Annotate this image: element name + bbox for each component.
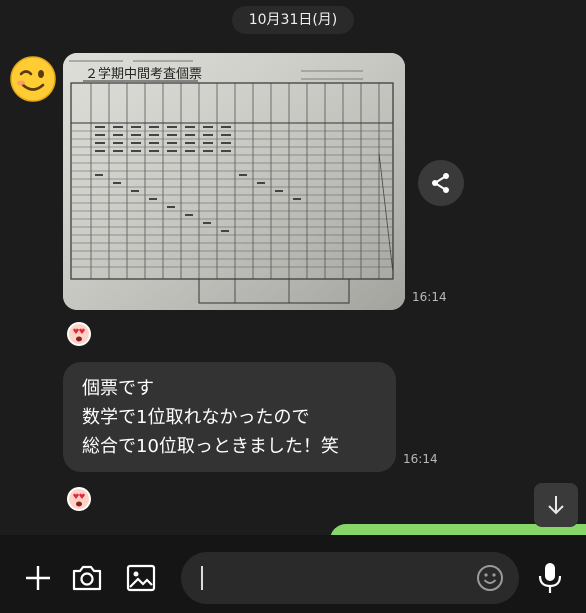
message-time: 16:14 xyxy=(403,452,438,466)
date-separator: 10月31日(月) xyxy=(232,6,354,34)
microphone-icon xyxy=(538,563,562,593)
voice-button[interactable] xyxy=(532,558,568,598)
camera-icon xyxy=(72,565,102,591)
emoji-button[interactable] xyxy=(475,563,505,593)
report-card-image: ２学期中間考査個票 xyxy=(63,53,405,310)
report-title: ２学期中間考査個票 xyxy=(85,66,202,82)
arrow-down-icon xyxy=(548,496,564,515)
camera-button[interactable] xyxy=(68,560,106,596)
emoji-icon xyxy=(477,565,503,591)
heart-eyes-icon xyxy=(67,322,91,346)
sender-avatar[interactable] xyxy=(9,55,57,103)
message-time: 16:14 xyxy=(412,290,447,304)
winking-face-icon xyxy=(10,56,56,102)
reaction-sticker[interactable] xyxy=(66,321,92,347)
add-button[interactable] xyxy=(20,560,56,596)
text-caret xyxy=(201,566,203,590)
image-message[interactable]: ２学期中間考査個票 xyxy=(63,53,405,310)
gallery-button[interactable] xyxy=(122,560,160,596)
share-icon xyxy=(432,173,449,193)
text-message-bubble[interactable]: 個票です 数学で1位取れなかったので 総合で10位取っときました！笑 xyxy=(63,362,396,472)
scroll-to-bottom-button[interactable] xyxy=(534,483,578,527)
share-button[interactable] xyxy=(418,160,464,206)
message-input[interactable] xyxy=(181,552,519,604)
gallery-icon xyxy=(126,564,156,592)
plus-icon xyxy=(26,566,50,590)
heart-eyes-icon xyxy=(67,487,91,511)
reaction-sticker[interactable] xyxy=(66,486,92,512)
